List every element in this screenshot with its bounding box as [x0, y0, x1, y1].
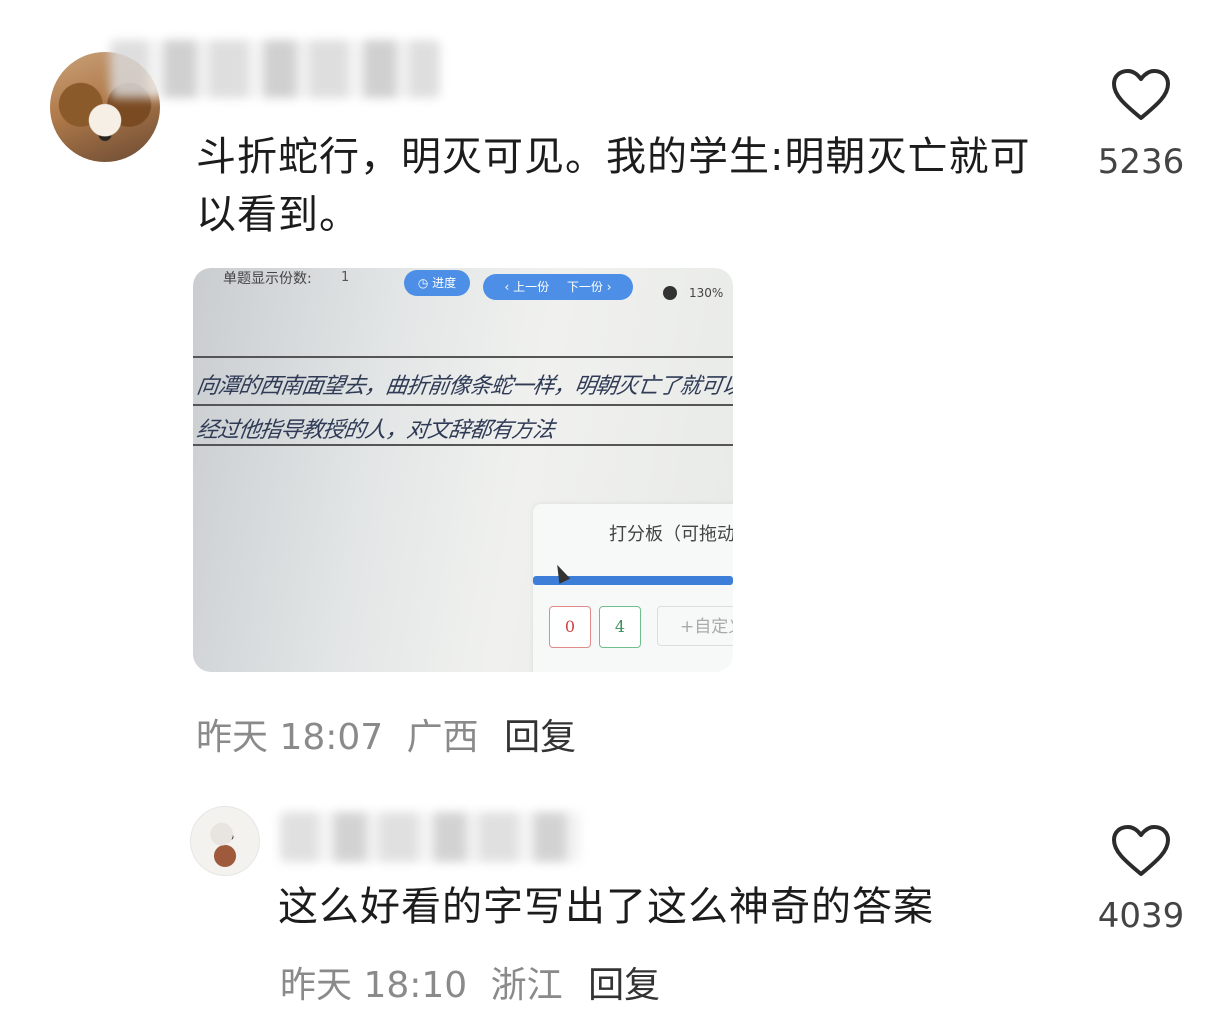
comment-location: 广西 — [406, 717, 479, 758]
paper-rule — [193, 404, 733, 406]
score-custom: +自定义 — [657, 606, 733, 646]
score-option-0: 0 — [549, 606, 591, 648]
photo-next-button: 下一份 › — [566, 280, 612, 294]
comment-time: 昨天 18:10 — [280, 965, 468, 1006]
avatar[interactable] — [190, 806, 260, 876]
comment-text: 这么好看的字写出了这么神奇的答案 — [278, 884, 934, 930]
like-count: 4039 — [1097, 896, 1185, 936]
score-panel-title: 打分板（可拖动 — [609, 524, 733, 545]
paper-rule — [193, 356, 733, 358]
reply-button[interactable]: 回复 — [588, 965, 660, 1006]
username-blurred[interactable] — [280, 812, 580, 862]
like-button[interactable] — [1110, 824, 1172, 882]
comment-meta: 昨天 18:07 广西 回复 — [196, 708, 576, 760]
photo-toolbar-label: 单题显示份数: — [223, 271, 312, 287]
photo-zoom-value: 130% — [689, 286, 724, 300]
like-button[interactable] — [1110, 68, 1172, 126]
photo-prev-button: ‹ 上一份 — [504, 280, 550, 294]
paper-rule — [193, 444, 733, 446]
comment-location: 浙江 — [490, 965, 563, 1006]
handwriting-line-1: 向潭的西南面望去，曲折前像条蛇一样，明朝灭亡了就可以见到 — [194, 374, 733, 399]
username-blurred[interactable] — [110, 40, 440, 98]
like-count: 5236 — [1097, 142, 1185, 182]
heart-outline-icon[interactable] — [1110, 68, 1172, 122]
photo-progress-button: ◷ 进度 — [404, 270, 470, 296]
photo-select-value: 1 — [341, 270, 350, 285]
score-panel: 打分板（可拖动 0 4 +自定义 — [533, 504, 733, 672]
comment-time: 昨天 18:07 — [196, 717, 384, 758]
comment-text: 斗折蛇行，明灭可见。我的学生:明朝灭亡就可以看到。 — [196, 134, 1031, 238]
comment-photo[interactable]: 单题显示份数: 1 ◷ 进度 ‹ 上一份 下一份 › 130% 向潭的西南面望去… — [193, 268, 733, 672]
handwriting-line-2: 经过他指导教授的人，对文辞都有方法 — [194, 418, 556, 443]
photo-nav-pill: ‹ 上一份 下一份 › — [483, 274, 633, 300]
heart-outline-icon[interactable] — [1110, 824, 1172, 878]
reply-button[interactable]: 回复 — [504, 717, 576, 758]
comment-meta: 昨天 18:10 浙江 回复 — [280, 956, 660, 1008]
zoom-icon — [663, 286, 677, 300]
score-option-4: 4 — [599, 606, 641, 648]
photo-toolbar: 单题显示份数: 1 ◷ 进度 ‹ 上一份 下一份 › 130% — [193, 268, 733, 308]
